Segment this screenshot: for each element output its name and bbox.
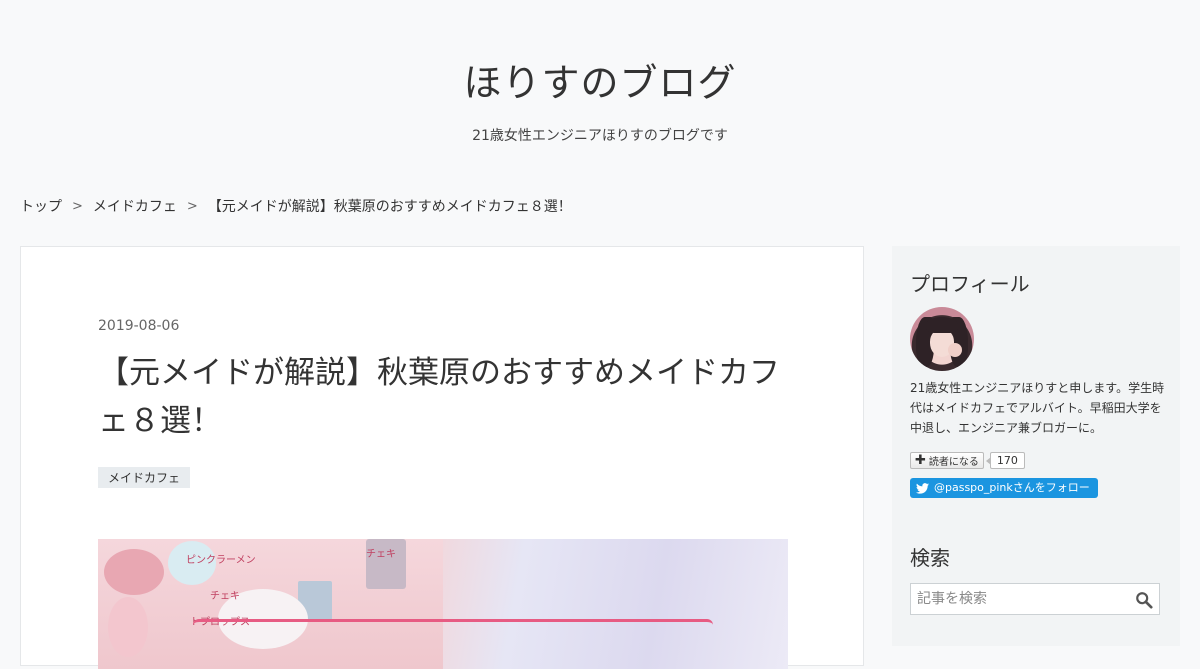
profile-description: 21歳女性エンジニアほりすと申します。学生時代はメイドカフェでアルバイト。早稲田… — [910, 381, 1165, 435]
avatar-bangs — [926, 317, 958, 333]
twitter-follow-button[interactable]: @passpo_pinkさんをフォロー — [910, 478, 1098, 498]
entry-category-badge[interactable]: メイドカフェ — [98, 467, 191, 488]
blog-description: 21歳女性エンジニアほりすのブログです — [472, 128, 728, 144]
eyecatch-ramen-bowl — [104, 549, 164, 595]
search-form — [910, 583, 1160, 615]
avatar-hand — [948, 343, 962, 357]
eyecatch-image: ピンクラーメン チェキ チェキ トプロップス — [98, 539, 788, 669]
twitter-follow-label: @passpo_pinkさんをフォロー — [934, 481, 1090, 494]
breadcrumb-separator: > — [186, 198, 198, 214]
avatar[interactable] — [910, 307, 974, 371]
search-icon — [1136, 592, 1153, 609]
reader-subscribe-row: ✚ 読者になる 170 — [910, 452, 1025, 469]
profile-widget-title: プロフィール — [910, 272, 1030, 296]
breadcrumb-separator: > — [72, 198, 83, 214]
breadcrumb: トップ > メイドカフェ > 【元メイドが解説】秋葉原のおすすめメイドカフェ８選… — [20, 196, 572, 216]
breadcrumb-category-link[interactable]: メイドカフェ — [93, 196, 177, 216]
sidebar: プロフィール 21歳女性エンジニアほりすと申します。学生時代はメイドカフェでアル… — [892, 246, 1180, 646]
entry-title[interactable]: 【元メイドが解説】秋葉原のおすすめメイドカフェ８選！ — [98, 349, 798, 445]
search-input[interactable] — [911, 584, 1131, 614]
reader-count[interactable]: 170 — [985, 452, 1025, 469]
eyecatch-label: チェキ — [210, 591, 240, 602]
breadcrumb-current-page: 【元メイドが解説】秋葉原のおすすめメイドカフェ８選！ — [207, 199, 572, 215]
search-widget-title: 検索 — [910, 546, 950, 570]
search-button[interactable] — [1135, 591, 1153, 609]
eyecatch-title-banner — [193, 619, 713, 669]
eyecatch-label: チェキ — [366, 549, 396, 560]
plus-icon: ✚ — [915, 453, 926, 468]
entry-card: 2019-08-06 【元メイドが解説】秋葉原のおすすめメイドカフェ８選！ メイ… — [20, 246, 864, 669]
entry-date[interactable]: 2019-08-06 — [98, 318, 179, 334]
blog-header: ほりすのブログ 21歳女性エンジニアほりすのブログです — [0, 0, 1200, 145]
eyecatch-girl-figure — [108, 597, 148, 657]
blog-title-link[interactable]: ほりすのブログ — [463, 52, 736, 107]
subscribe-button[interactable]: ✚ 読者になる — [910, 452, 984, 469]
subscribe-button-label: 読者になる — [928, 457, 979, 468]
eyecatch-label: ピンクラーメン — [186, 555, 256, 566]
breadcrumb-top-link[interactable]: トップ — [20, 196, 62, 216]
twitter-bird-icon — [916, 482, 929, 494]
